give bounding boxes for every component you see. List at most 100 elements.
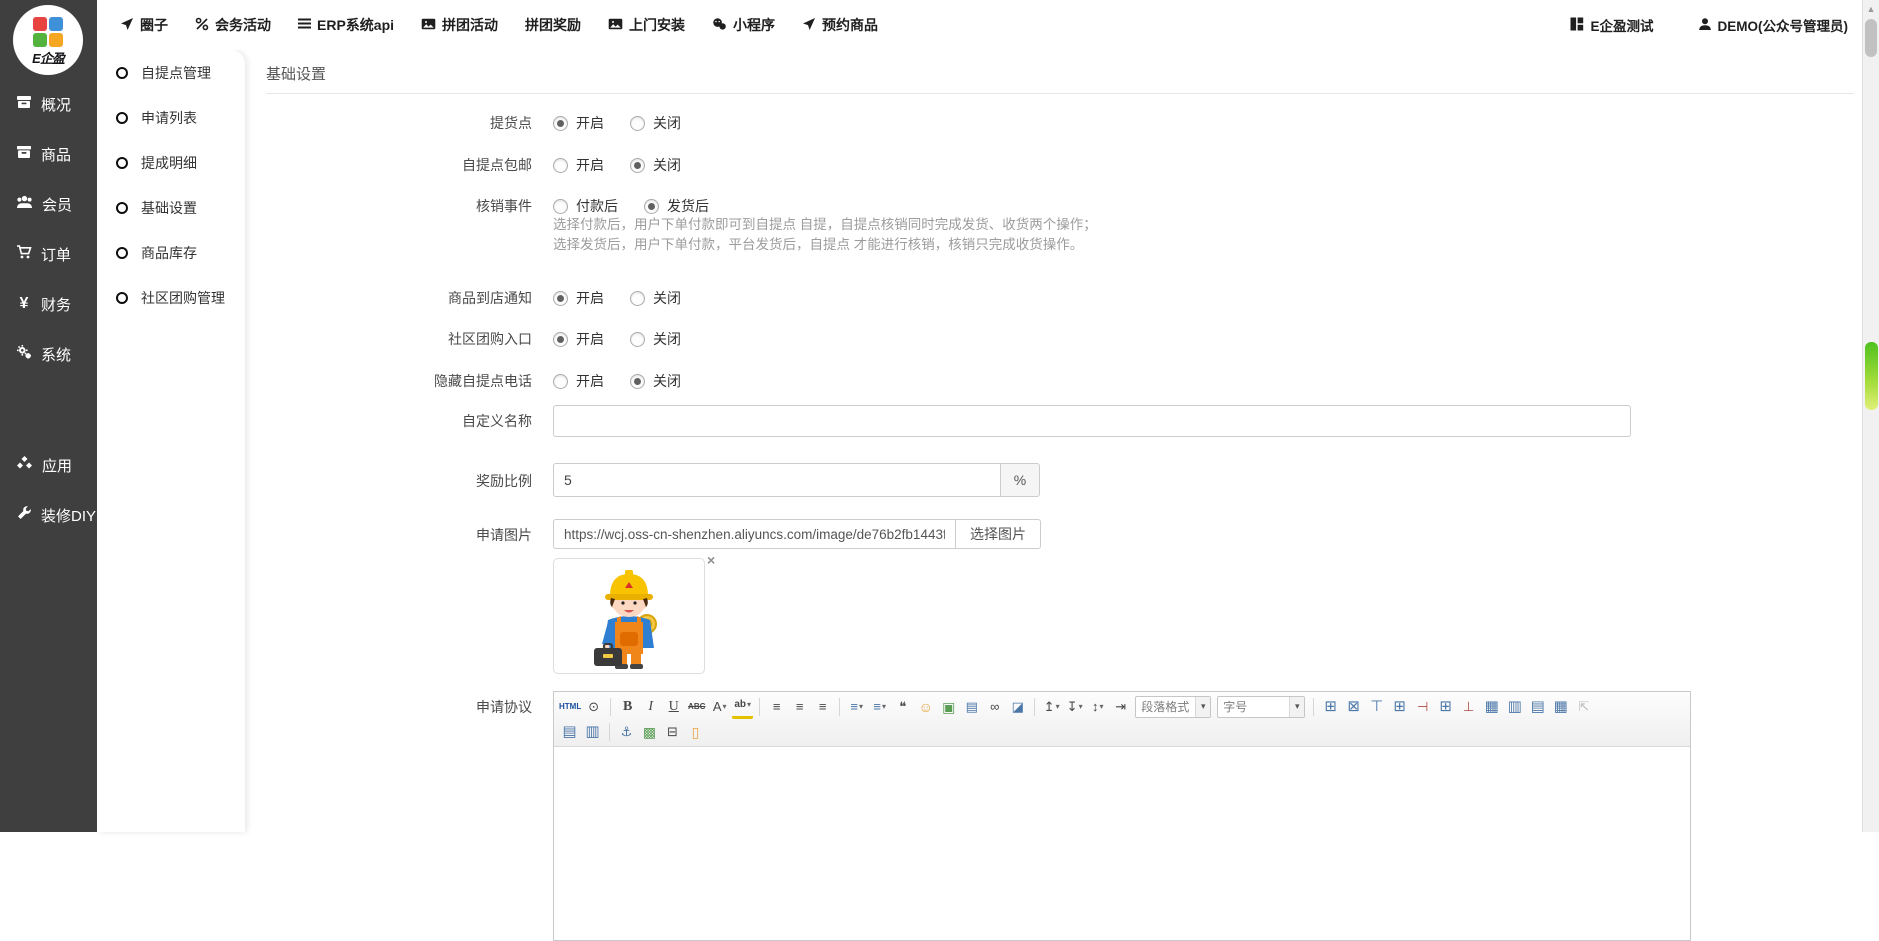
submenu-item-product-stock[interactable]: 商品库存 [97,230,245,275]
nav-item-reserve-product[interactable]: 预约商品 [802,15,878,35]
ordered-list-button[interactable]: ≡▾ [846,696,867,717]
indent-button[interactable]: ⇥ [1110,696,1131,717]
sidebar-item-products[interactable]: 商品 [0,129,97,179]
blockquote-button[interactable]: ❝ [892,696,913,717]
insert-map-button[interactable]: ▩ [639,721,660,742]
eraser-button[interactable]: ◪ [1007,696,1028,717]
highlight-color-button[interactable]: ab▾ [732,695,753,719]
form-row-reward-ratio-label: 奖励比例 [245,470,1862,492]
nav-item-group-buy-reward[interactable]: 拼团奖励 [525,15,581,35]
scroll-widget-green[interactable] [1865,342,1878,410]
sidebar-item-finance[interactable]: ¥ 财务 [0,279,97,329]
nav-item-meeting-activity[interactable]: 会务活动 [195,15,271,35]
sidebar-item-diy[interactable]: 装修DIY [0,490,97,540]
table-header-button[interactable]: ⊤ [1366,696,1387,717]
font-color-button[interactable]: A▾ [709,696,730,717]
underline-button[interactable]: U [663,696,684,717]
radio-option-hidephone-on[interactable]: 开启 [553,370,604,392]
anchor-button[interactable]: ⚓ [616,721,637,742]
radio-icon[interactable] [553,332,568,347]
choose-image-button[interactable]: 选择图片 [955,519,1041,549]
radio-option-after-payment[interactable]: 付款后 [553,195,618,217]
scrollbar-thumb[interactable] [1865,19,1877,57]
insert-link-button[interactable]: ∞ [984,696,1005,717]
radio-option-after-shipping[interactable]: 发货后 [644,195,709,217]
radio-option-pickup-on[interactable]: 开启 [553,112,604,134]
submenu-item-application-list[interactable]: 申请列表 [97,95,245,140]
radio-option-notice-on[interactable]: 开启 [553,287,604,309]
insert-image-button[interactable]: ▣ [938,696,959,717]
radio-icon[interactable] [630,291,645,306]
radio-option-freeship-on[interactable]: 开启 [553,154,604,176]
submenu-item-community-group-buy[interactable]: 社区团购管理 [97,275,245,320]
preview-button[interactable]: ⊙ [583,696,604,717]
margin-top-button[interactable]: ↥▾ [1041,696,1062,717]
sidebar-item-members[interactable]: 会员 [0,179,97,229]
scrollbar-up-arrow[interactable]: ▲ [1863,2,1879,16]
editor-content-area[interactable] [554,747,1690,940]
account-merchant[interactable]: E企盈测试 [1570,15,1653,35]
radio-option-entry-on[interactable]: 开启 [553,328,604,350]
insert-row-button[interactable]: ⊞ [1389,696,1410,717]
print-button[interactable]: ⊟ [662,721,683,742]
sidebar-item-system[interactable]: 系统 [0,329,97,379]
radio-icon[interactable] [553,158,568,173]
insert-video-button[interactable]: ▤ [961,696,982,717]
nav-item-mini-program[interactable]: 小程序 [712,15,775,35]
delete-column-button[interactable]: ⊥ [1458,696,1479,717]
line-height-button[interactable]: ↕▾ [1087,696,1108,717]
nav-item-circle[interactable]: 圈子 [120,15,168,35]
html-source-button[interactable]: HTML [559,696,581,717]
radio-icon[interactable] [553,199,568,214]
strikethrough-button[interactable]: ABC [686,696,707,717]
radio-icon[interactable] [630,158,645,173]
nav-item-erp-api[interactable]: ERP系统api [298,15,394,35]
insert-column-button[interactable]: ⊞ [1435,696,1456,717]
radio-icon[interactable] [644,199,659,214]
bold-button[interactable]: B [617,696,638,717]
merge-right-button[interactable]: ▥ [1504,696,1525,717]
sidebar-item-orders[interactable]: 订单 [0,229,97,279]
delete-table-button[interactable]: ⊠ [1343,696,1364,717]
table-properties-button[interactable]: ▦ [1550,696,1571,717]
align-left-button[interactable]: ≡ [766,696,787,717]
remove-image-button[interactable]: × [707,553,715,567]
radio-icon[interactable] [553,116,568,131]
radio-option-notice-off[interactable]: 关闭 [630,287,681,309]
nav-item-group-buy-activity[interactable]: 拼团活动 [421,15,498,35]
radio-option-entry-off[interactable]: 关闭 [630,328,681,350]
submenu-item-pickup-point-management[interactable]: 自提点管理 [97,50,245,95]
italic-button[interactable]: I [640,696,661,717]
cell-properties-button[interactable]: ▦ [1481,696,1502,717]
radio-icon[interactable] [630,116,645,131]
align-center-button[interactable]: ≡ [789,696,810,717]
reward-ratio-input[interactable] [553,463,1000,497]
radio-option-freeship-off[interactable]: 关闭 [630,154,681,176]
submenu-item-basic-settings[interactable]: 基础设置 [97,185,245,230]
sidebar-item-apps[interactable]: 应用 [0,440,97,490]
radio-option-pickup-off[interactable]: 关闭 [630,112,681,134]
sidebar-item-overview[interactable]: 概况 [0,79,97,129]
account-user[interactable]: DEMO(公众号管理员) [1698,15,1849,35]
font-size-select[interactable]: 字号▾ [1217,696,1305,718]
unordered-list-button[interactable]: ≡▾ [869,696,890,717]
radio-icon[interactable] [630,332,645,347]
submenu-item-commission-detail[interactable]: 提成明细 [97,140,245,185]
radio-option-hidephone-off[interactable]: 关闭 [630,370,681,392]
radio-icon[interactable] [630,374,645,389]
apply-image-url-input[interactable] [553,519,955,549]
radio-icon[interactable] [553,374,568,389]
align-right-button[interactable]: ≡ [812,696,833,717]
paste-button[interactable]: ▯ [685,721,706,742]
margin-bottom-button[interactable]: ↧▾ [1064,696,1085,717]
radio-icon[interactable] [553,291,568,306]
emoji-button[interactable]: ☺ [915,696,936,717]
insert-table-button[interactable]: ⊞ [1320,696,1341,717]
paragraph-format-select[interactable]: 段落格式▾ [1135,696,1211,718]
delete-row-button[interactable]: ⊣ [1412,696,1433,717]
custom-name-input[interactable] [553,405,1631,437]
split-to-rows-button[interactable]: ▤ [559,721,580,742]
merge-down-button[interactable]: ▤ [1527,696,1548,717]
nav-item-home-install[interactable]: 上门安装 [608,15,685,35]
split-to-columns-button[interactable]: ▥ [582,721,603,742]
